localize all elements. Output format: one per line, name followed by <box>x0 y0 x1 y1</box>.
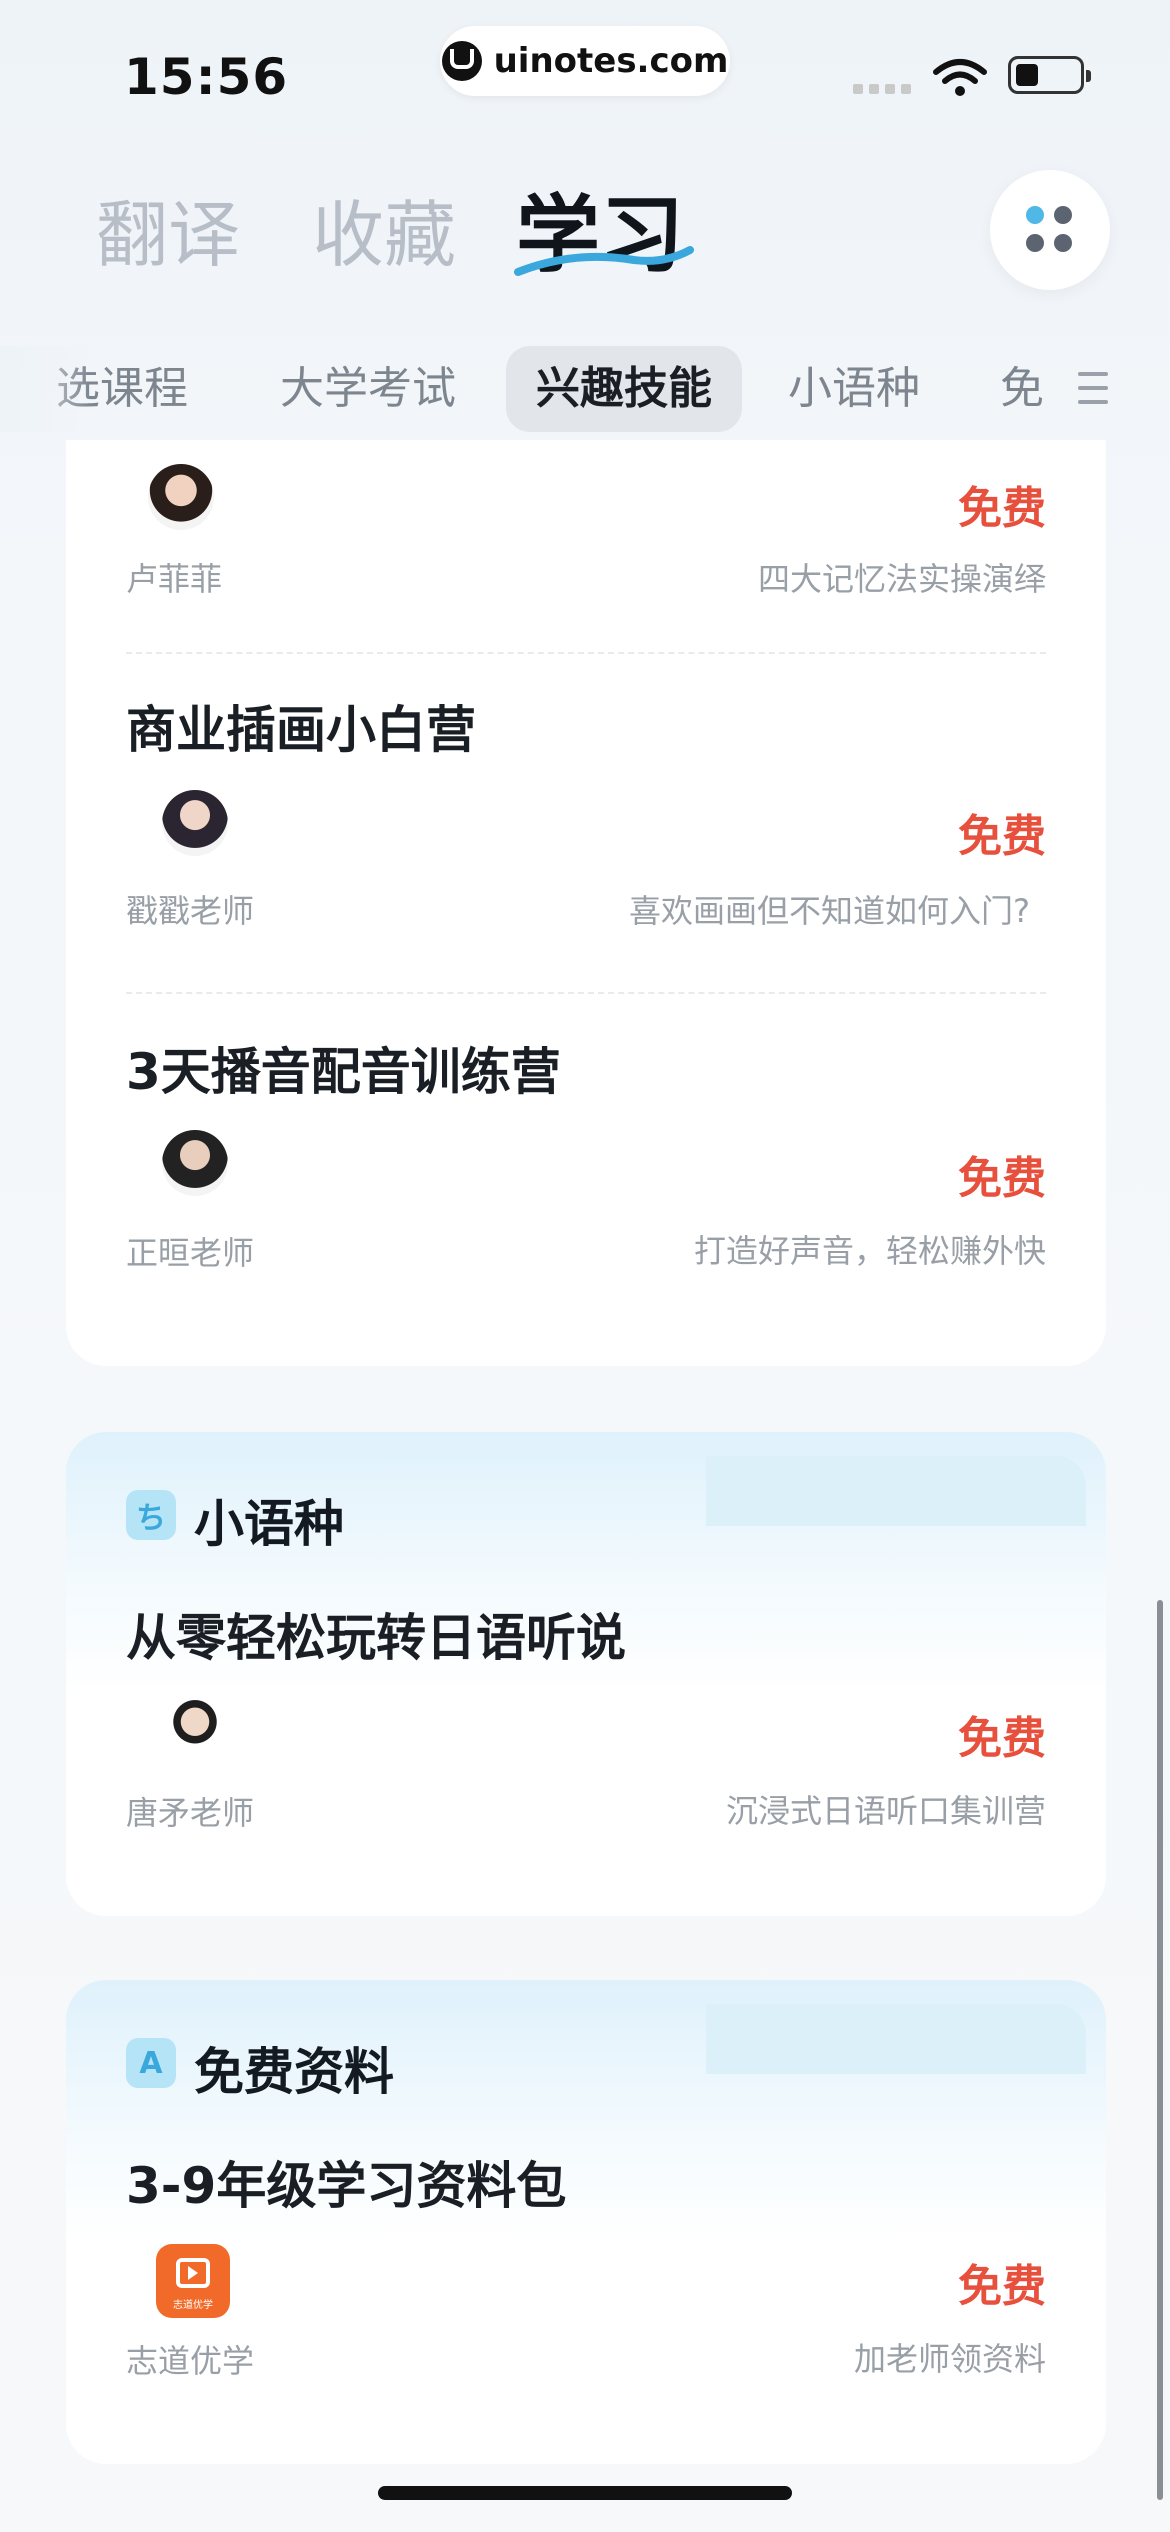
publisher-logo-text: 志道优学 <box>173 2300 213 2311</box>
course-description: 打造好声音，轻松赚外快 <box>693 1232 1046 1270</box>
site-logo-icon <box>441 41 482 81</box>
battery-icon <box>1008 56 1091 94</box>
teacher-name: 卢菲菲 <box>126 560 223 598</box>
section-name: 小语种 <box>194 1495 344 1553</box>
teacher-avatar <box>148 464 214 530</box>
course-item[interactable]: 商业插画小白营 戳戳老师 免费 喜欢画画但不知道如何入门? <box>126 690 1046 930</box>
price-label: 免费 <box>958 1153 1046 1204</box>
course-description: 四大记忆法实操演绎 <box>757 560 1046 598</box>
status-time: 15:56 <box>124 48 289 106</box>
category-tab-interest-skills[interactable]: 兴趣技能 <box>506 346 742 432</box>
free-materials-section[interactable]: A 免费资料 3-9年级学习资料包 志道优学 志道优学 免费 加老师领资料 <box>66 1980 1106 2464</box>
url-text: uinotes.com <box>493 41 729 81</box>
section-badge-icon: A <box>126 2038 176 2088</box>
cellular-signal-icon <box>853 84 911 94</box>
minor-language-section[interactable]: ち 小语种 从零轻松玩转日语听说 唐矛老师 免费 沉浸式日语听口集训营 <box>66 1432 1106 1916</box>
apps-menu-button[interactable] <box>990 170 1110 290</box>
divider <box>126 992 1046 994</box>
teacher-avatar <box>162 790 228 856</box>
price-label: 免费 <box>958 1713 1046 1764</box>
course-title: 商业插画小白营 <box>126 701 476 759</box>
scrollbar[interactable] <box>1157 1600 1163 2500</box>
active-tab-underline <box>514 246 694 276</box>
section-folder-tab <box>706 1456 1086 1526</box>
publisher-logo: 志道优学 <box>156 2244 230 2318</box>
teacher-name: 志道优学 <box>126 2342 255 2380</box>
price-label: 免费 <box>958 2261 1046 2312</box>
course-title: 3-9年级学习资料包 <box>126 2157 567 2215</box>
wifi-icon <box>933 59 987 96</box>
url-pill: uinotes.com <box>440 26 730 96</box>
tab-translate[interactable]: 翻译 <box>96 176 240 281</box>
teacher-name: 唐矛老师 <box>126 1794 255 1832</box>
course-description: 加老师领资料 <box>853 2340 1046 2378</box>
home-indicator[interactable] <box>378 2486 792 2500</box>
category-menu-icon[interactable] <box>1078 372 1108 406</box>
course-item[interactable]: 卢菲菲 免费 四大记忆法实操演绎 <box>126 440 1046 640</box>
course-title: 3天播音配音训练营 <box>126 1043 561 1101</box>
section-badge-icon: ち <box>126 1490 176 1540</box>
category-tab-college-exams[interactable]: 大学考试 <box>280 346 456 432</box>
tab-favorites[interactable]: 收藏 <box>312 176 456 281</box>
price-label: 免费 <box>958 811 1046 862</box>
section-name: 免费资料 <box>194 2043 394 2101</box>
teacher-name: 正晅老师 <box>126 1234 255 1272</box>
course-description: 沉浸式日语听口集训营 <box>725 1792 1046 1830</box>
teacher-avatar <box>162 1130 228 1196</box>
apps-grid-icon <box>1026 206 1044 224</box>
category-tab-free[interactable]: 免 <box>1000 346 1044 432</box>
course-item[interactable]: 3天播音配音训练营 正晅老师 免费 打造好声音，轻松赚外快 <box>126 1032 1046 1272</box>
teacher-avatar <box>162 1698 228 1764</box>
divider <box>126 652 1046 654</box>
category-tabs: 选课程 大学考试 兴趣技能 小语种 免 <box>0 346 1170 432</box>
course-title: 从零轻松玩转日语听说 <box>126 1609 626 1667</box>
course-list-card: 卢菲菲 免费 四大记忆法实操演绎 商业插画小白营 戳戳老师 免费 喜欢画画但不知… <box>66 440 1106 1366</box>
teacher-name: 戳戳老师 <box>126 892 255 930</box>
category-tab-minor-languages[interactable]: 小语种 <box>788 346 920 432</box>
section-folder-tab <box>706 2004 1086 2074</box>
course-description: 喜欢画画但不知道如何入门? <box>629 892 1030 930</box>
price-label: 免费 <box>958 483 1046 534</box>
category-fade <box>0 346 90 432</box>
